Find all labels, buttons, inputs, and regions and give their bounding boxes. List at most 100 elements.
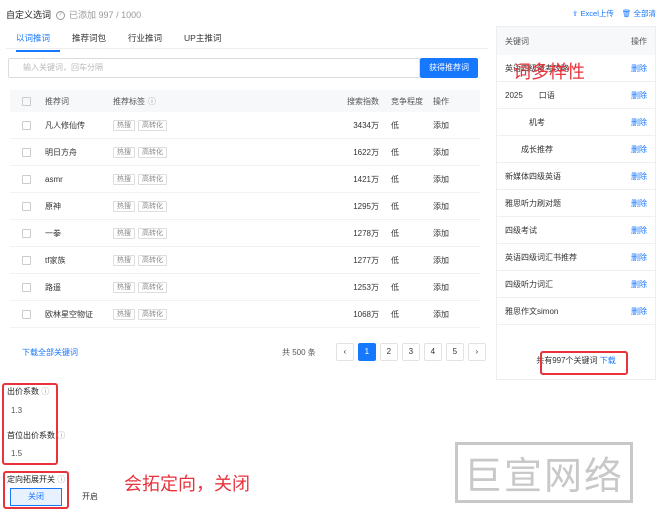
selected-keyword: 雅思听力刷对题: [505, 198, 561, 208]
delete-keyword-button[interactable]: 删除: [631, 225, 647, 236]
tag-conversion: 高转化: [138, 308, 167, 320]
row-keyword: 路遥: [45, 282, 61, 292]
help-icon[interactable]: ⓘ: [57, 431, 65, 440]
table-row: 路遥 热搜 高转化 1253万 低 添加: [10, 274, 480, 301]
add-keyword-button[interactable]: 添加: [433, 147, 463, 158]
add-keyword-button[interactable]: 添加: [433, 174, 463, 185]
selected-keyword: 机考: [505, 117, 545, 127]
selected-keyword-row: 成长推荐 删除: [497, 136, 655, 163]
row-tags: 热搜 高转化: [113, 281, 335, 293]
row-checkbox[interactable]: [22, 255, 31, 265]
delete-keyword-button[interactable]: 删除: [631, 279, 647, 290]
row-checkbox[interactable]: [22, 228, 31, 238]
delete-keyword-button[interactable]: 删除: [631, 63, 647, 74]
first-bid-coef-input[interactable]: 1.5: [11, 449, 22, 458]
row-keyword: asmr: [45, 174, 63, 184]
help-icon[interactable]: ⓘ: [57, 475, 65, 484]
page-5-button[interactable]: 5: [445, 343, 464, 361]
tag-conversion: 高转化: [138, 173, 167, 185]
selected-keyword-row: 雅思作文simon 删除: [497, 298, 655, 325]
row-checkbox[interactable]: [22, 309, 31, 319]
tab-up-owner[interactable]: UP主推词: [184, 32, 231, 52]
delete-keyword-button[interactable]: 删除: [631, 90, 647, 101]
row-competition: 低: [391, 174, 399, 184]
row-tags: 热搜 高转化: [113, 308, 335, 320]
delete-all-button[interactable]: 🗑 全部清: [622, 8, 656, 19]
row-competition: 低: [391, 282, 399, 292]
download-all-keywords-link[interactable]: 下载全部关键词: [22, 347, 78, 358]
row-competition: 低: [391, 120, 399, 130]
header-tag: 推荐标签 ⓘ: [113, 96, 335, 107]
row-competition: 低: [391, 201, 399, 211]
annotation-expand: 会拓定向，关闭: [124, 474, 250, 495]
select-all-checkbox[interactable]: [22, 96, 31, 106]
add-keyword-button[interactable]: 添加: [433, 255, 463, 266]
tab-word-package[interactable]: 推荐词包: [72, 32, 116, 52]
page-4-button[interactable]: 4: [423, 343, 442, 361]
annotation-box-footer: [540, 351, 628, 375]
tag-conversion: 高转化: [138, 146, 167, 158]
delete-keyword-button[interactable]: 删除: [631, 198, 647, 209]
page-3-button[interactable]: 3: [401, 343, 420, 361]
add-keyword-button[interactable]: 添加: [433, 309, 463, 320]
targeting-off-button[interactable]: 关闭: [10, 488, 62, 506]
row-checkbox[interactable]: [22, 174, 31, 184]
annotation-diversity: 词多样性: [513, 62, 585, 83]
delete-keyword-button[interactable]: 删除: [631, 117, 647, 128]
delete-keyword-button[interactable]: 删除: [631, 252, 647, 263]
row-competition: 低: [391, 228, 399, 238]
delete-keyword-button[interactable]: 删除: [631, 144, 647, 155]
selected-keyword-row: 四级听力词汇 删除: [497, 271, 655, 298]
add-keyword-button[interactable]: 添加: [433, 201, 463, 212]
delete-keyword-button[interactable]: 删除: [631, 306, 647, 317]
row-competition: 低: [391, 147, 399, 157]
help-icon[interactable]: ?: [55, 11, 65, 21]
tag-conversion: 高转化: [138, 227, 167, 239]
row-search-index: 1295万: [353, 201, 379, 211]
selected-keyword: 四级听力词汇: [505, 279, 553, 289]
tag-hot: 热搜: [113, 146, 135, 158]
tab-word-to-word[interactable]: 以词推词: [16, 32, 61, 52]
excel-upload-button[interactable]: ⇪ Excel上传: [572, 8, 614, 19]
table-row: 原神 热搜 高转化 1295万 低 添加: [10, 193, 480, 220]
bid-coef-text: 出价系数: [7, 387, 39, 396]
row-keyword: 明日方舟: [45, 147, 77, 157]
targeting-on-button[interactable]: 开启: [70, 488, 110, 506]
table-header: 推荐词 推荐标签 ⓘ 搜索指数 竞争程度 操作: [10, 90, 480, 112]
bid-coef-label: 出价系数 ⓘ: [7, 386, 49, 397]
header-search-index: 搜索指数: [347, 96, 379, 106]
help-icon[interactable]: ⓘ: [41, 387, 49, 396]
next-page-button[interactable]: ›: [467, 343, 486, 361]
row-checkbox[interactable]: [22, 120, 31, 130]
recommend-tabs: 以词推词 推荐词包 行业推词 UP主推词: [16, 32, 243, 52]
row-tags: 热搜 高转化: [113, 227, 335, 239]
keyword-search-input[interactable]: 输入关键词，回车分隔: [8, 58, 420, 78]
add-keyword-button[interactable]: 添加: [433, 228, 463, 239]
row-tags: 热搜 高转化: [113, 254, 335, 266]
targeting-label: 定向拓展开关 ⓘ: [7, 474, 65, 485]
selected-keyword: 新媒体四级英语: [505, 171, 561, 181]
row-checkbox[interactable]: [22, 201, 31, 211]
tag-conversion: 高转化: [138, 254, 167, 266]
bid-coef-input[interactable]: 1.3: [11, 406, 22, 415]
row-checkbox[interactable]: [22, 282, 31, 292]
header-tag-label: 推荐标签: [113, 96, 145, 106]
page-2-button[interactable]: 2: [379, 343, 398, 361]
prev-page-button[interactable]: ‹: [335, 343, 354, 361]
row-tags: 热搜 高转化: [113, 146, 335, 158]
page-1-button[interactable]: 1: [357, 343, 376, 361]
tag-conversion: 高转化: [138, 281, 167, 293]
tag-conversion: 高转化: [138, 119, 167, 131]
get-recommend-button[interactable]: 获得推荐词: [420, 58, 478, 78]
tag-hot: 热搜: [113, 254, 135, 266]
row-checkbox[interactable]: [22, 147, 31, 157]
help-icon[interactable]: ⓘ: [148, 96, 156, 107]
delete-keyword-button[interactable]: 删除: [631, 171, 647, 182]
add-keyword-button[interactable]: 添加: [433, 120, 463, 131]
row-tags: 热搜 高转化: [113, 200, 335, 212]
add-keyword-button[interactable]: 添加: [433, 282, 463, 293]
tab-industry[interactable]: 行业推词: [128, 32, 172, 52]
excel-upload-label: Excel上传: [580, 9, 614, 18]
selected-col-keyword: 关键词: [505, 36, 529, 46]
tag-hot: 热搜: [113, 308, 135, 320]
